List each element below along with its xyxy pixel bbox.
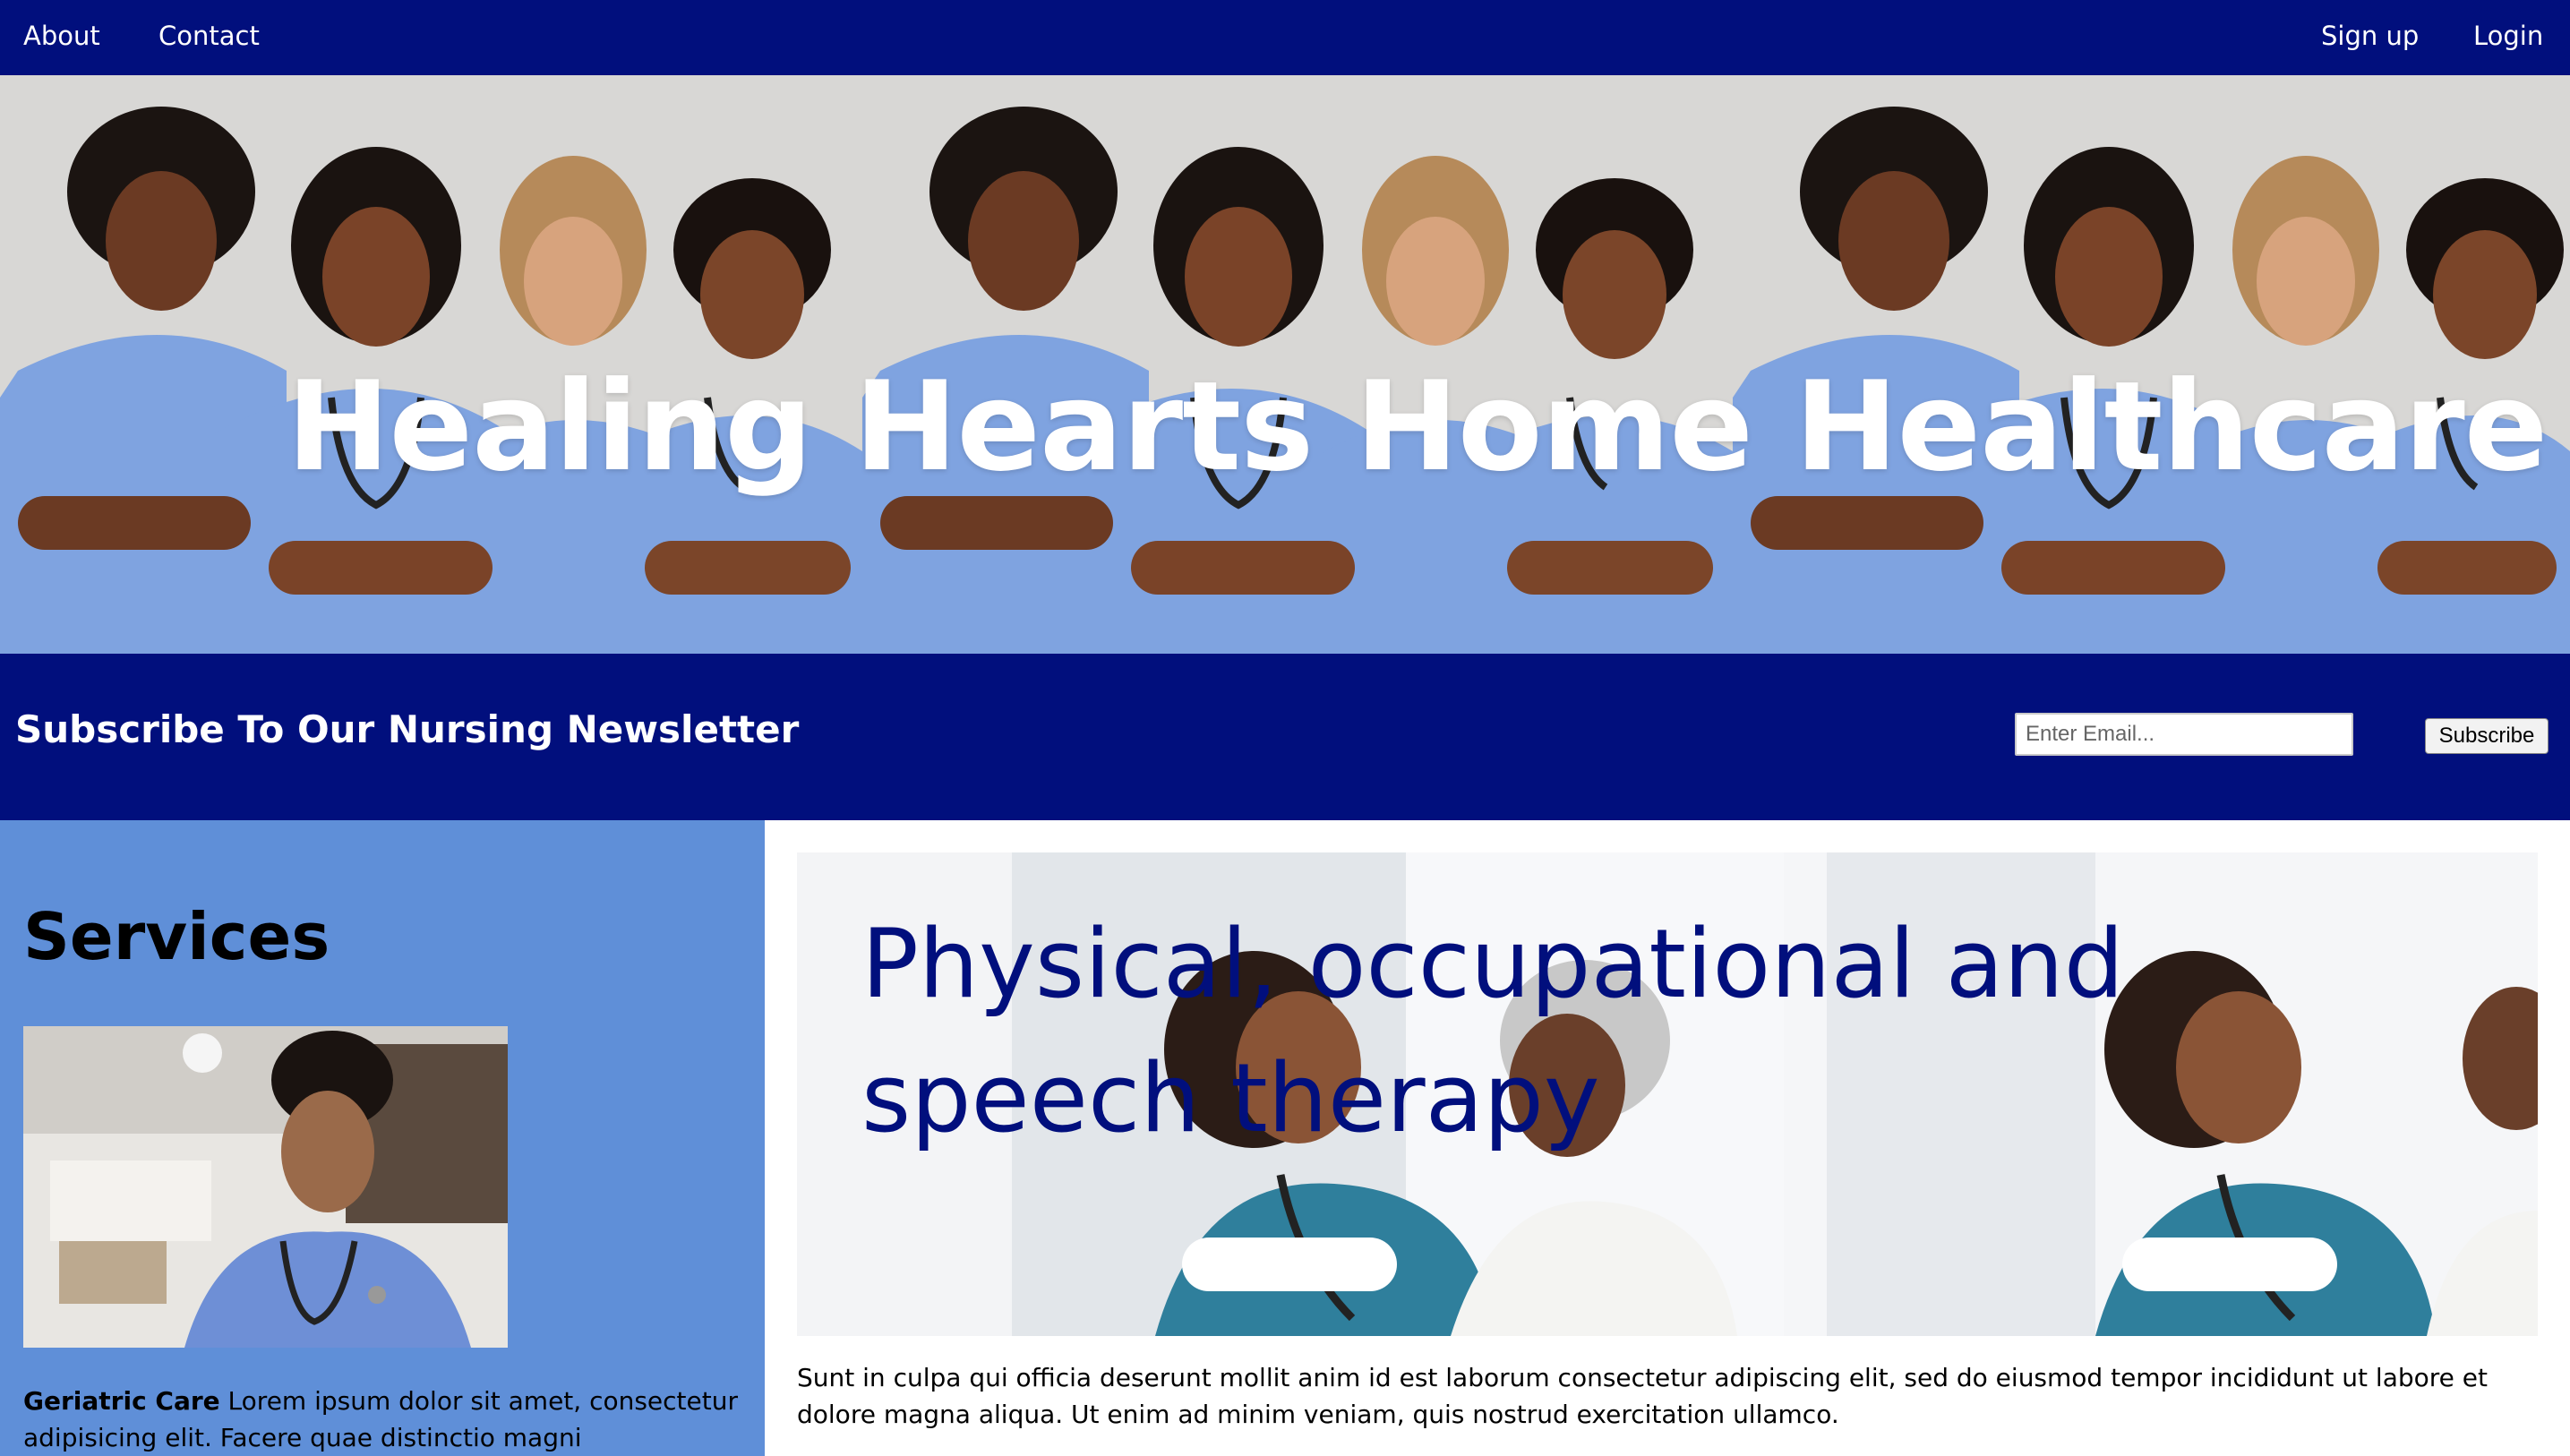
newsletter-heading: Subscribe To Our Nursing Newsletter <box>15 707 800 751</box>
nav-link-about[interactable]: About <box>23 0 100 75</box>
therapy-description: Sunt in culpa qui officia deserunt molli… <box>797 1363 2488 1429</box>
newsletter-section: Subscribe To Our Nursing Newsletter Subs… <box>0 654 2570 820</box>
subscribe-button[interactable]: Subscribe <box>2425 718 2549 754</box>
nav-link-contact[interactable]: Contact <box>158 0 260 75</box>
geriatric-care-title: Geriatric Care <box>23 1386 220 1416</box>
therapy-title: Physical, occupational and speech therap… <box>861 909 2124 1153</box>
email-input[interactable] <box>2015 713 2353 756</box>
therapy-banner: Physical, occupational and speech therap… <box>797 852 2538 1336</box>
hero-banner: Healing Hearts Home Healthcare <box>0 75 2570 654</box>
geriatric-care-photo <box>23 1026 508 1348</box>
nav-link-login[interactable]: Login <box>2473 0 2543 75</box>
nav-link-sign-up[interactable]: Sign up <box>2321 0 2419 75</box>
services-sidebar: Services Geriatric Care Lorem ipsum dolo… <box>0 820 765 1456</box>
hero-title: Healing Hearts Home Healthcare <box>287 355 2548 500</box>
top-nav-bar: About Contact Sign up Login <box>0 0 2570 75</box>
services-heading: Services <box>23 899 330 974</box>
geriatric-care-description: Geriatric Care Lorem ipsum dolor sit ame… <box>23 1383 740 1456</box>
therapy-section: Physical, occupational and speech therap… <box>765 820 2570 1456</box>
